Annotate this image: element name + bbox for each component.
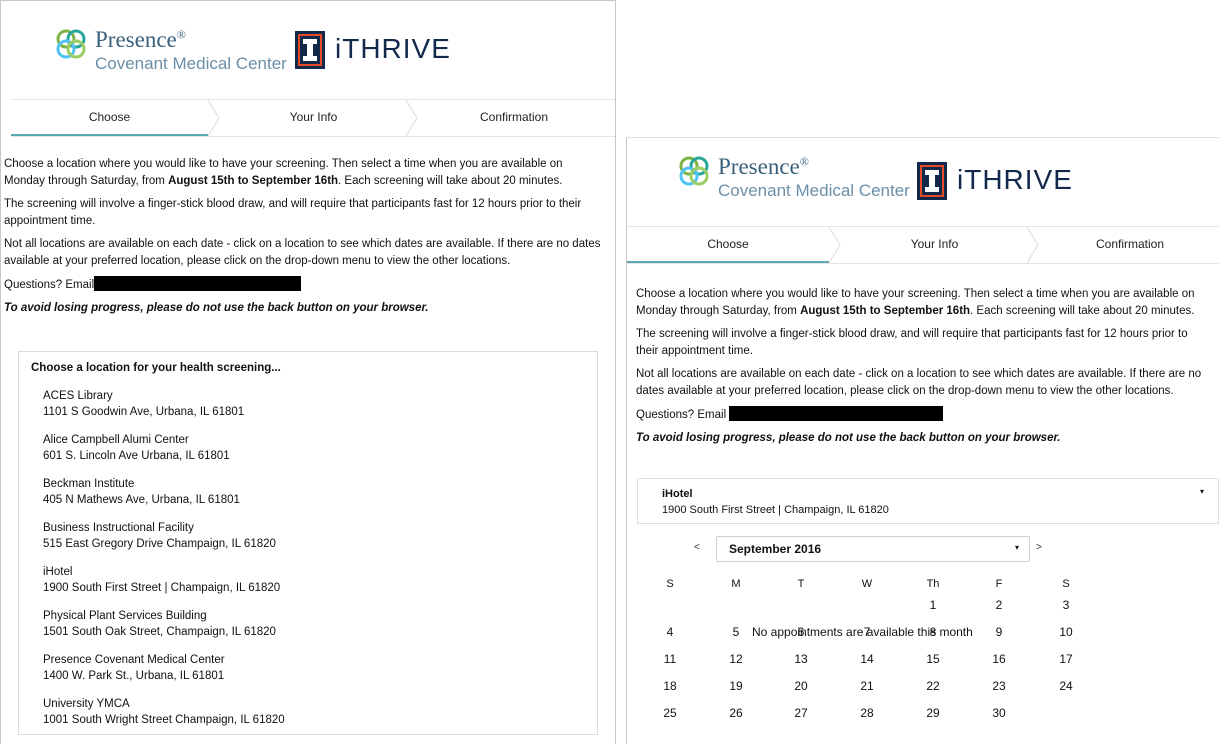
back-button-warning: To avoid losing progress, please do not … <box>636 432 1061 444</box>
step-confirmation[interactable]: Confirmation <box>1040 227 1219 262</box>
calendar-day: 19 <box>729 679 743 693</box>
back-button-warning: To avoid losing progress, please do not … <box>4 302 429 314</box>
selected-location-address: 1900 South First Street | Champaign, IL … <box>662 504 889 516</box>
chevron-down-icon: ▾ <box>1014 543 1019 552</box>
presence-name: Presence® <box>718 154 809 179</box>
step-divider-icon <box>207 100 220 136</box>
location-list: Choose a location for your health screen… <box>18 351 598 735</box>
step-your-info[interactable]: Your Info <box>221 100 406 135</box>
progress-steps: Choose Your Info Confirmation <box>11 99 615 137</box>
location-item[interactable]: Physical Plant Services Building 1501 Sou… <box>43 608 276 640</box>
calendar-day: 25 <box>663 706 677 720</box>
location-item[interactable]: ACES Library 1101 S Goodwin Ave, Urbana, … <box>43 388 244 420</box>
calendar-day: 21 <box>860 679 874 693</box>
calendar-day: 15 <box>926 652 940 666</box>
step-confirmation[interactable]: Confirmation <box>419 100 609 135</box>
header-logos: Presence® Covenant Medical Center iTHRIV… <box>627 138 1219 236</box>
calendar-day: 13 <box>794 652 808 666</box>
presence-subtitle: Covenant Medical Center <box>718 181 910 200</box>
header-logos: Presence® Covenant Medical Center iTHRIV… <box>1 1 615 99</box>
calendar-day: 12 <box>729 652 743 666</box>
location-item[interactable]: Alice Campbell Alumi Center 601 S. Lincol… <box>43 432 230 464</box>
redacted-email <box>94 276 302 291</box>
calendar-day: 23 <box>992 679 1006 693</box>
presence-subtitle: Covenant Medical Center <box>95 54 287 73</box>
calendar-day: 1 <box>929 598 937 612</box>
presence-logo: Presence® Covenant Medical Center <box>53 25 287 77</box>
calendar-day: 17 <box>1059 652 1073 666</box>
calendar-day: 26 <box>729 706 743 720</box>
calendar-day: 9 <box>995 625 1003 639</box>
calendar-day: 27 <box>794 706 808 720</box>
month-select[interactable]: September 2016 ▾ <box>716 536 1030 562</box>
intro-paragraph: Choose a location where you would like t… <box>636 288 1195 317</box>
instructions: Choose a location where you would like t… <box>636 286 1213 453</box>
next-month-button[interactable]: > <box>1036 542 1042 553</box>
chevron-down-icon: ▾ <box>1199 487 1204 496</box>
calendar-day: 30 <box>992 706 1006 720</box>
weekday-label: S <box>1062 578 1070 590</box>
availability-paragraph: Not all locations are available on each … <box>4 238 601 267</box>
calendar-day: 24 <box>1059 679 1073 693</box>
calendar-day: 18 <box>663 679 677 693</box>
step-divider-icon <box>828 227 841 263</box>
calendar-panel: Presence® Covenant Medical Center iTHRIV… <box>626 137 1219 744</box>
intro-paragraph: Choose a location where you would like t… <box>4 158 563 187</box>
illinois-block-i-icon <box>917 162 947 200</box>
redacted-email <box>729 406 944 421</box>
ithrive-wordmark: iTHRIVE <box>335 33 451 64</box>
instructions: Choose a location where you would like t… <box>4 156 601 323</box>
weekday-label: M <box>731 578 741 590</box>
calendar-day: 5 <box>732 625 740 639</box>
location-item[interactable]: Presence Covenant Medical Center 1400 W. … <box>43 652 225 684</box>
calendar-day: 29 <box>926 706 940 720</box>
step-choose[interactable]: Choose <box>11 100 208 136</box>
presence-mark-icon <box>56 29 86 59</box>
no-appointments-message: No appointments are available this month <box>752 625 973 639</box>
location-chooser-panel: Presence® Covenant Medical Center iTHRIV… <box>0 0 616 744</box>
weekday-label: T <box>797 578 805 590</box>
weekday-label: F <box>995 578 1003 590</box>
calendar-day: 28 <box>860 706 874 720</box>
step-divider-icon <box>1026 227 1039 263</box>
weekday-label: W <box>861 578 873 590</box>
location-item[interactable]: iHotel 1900 South First Street | Champaig… <box>43 564 280 596</box>
presence-name: Presence® <box>95 27 186 52</box>
presence-logo: Presence® Covenant Medical Center <box>676 152 910 204</box>
location-item[interactable]: University YMCA 1001 South Wright Street … <box>43 696 285 728</box>
location-list-title: Choose a location for your health screen… <box>31 362 281 374</box>
calendar-day: 2 <box>995 598 1003 612</box>
step-choose[interactable]: Choose <box>627 227 829 263</box>
month-select-value: September 2016 <box>729 542 822 556</box>
prev-month-button[interactable]: < <box>694 542 700 553</box>
weekday-label: Th <box>926 578 940 590</box>
blood-draw-paragraph: The screening will involve a finger-stic… <box>4 198 582 227</box>
questions-line: Questions? Email <box>636 406 1213 424</box>
calendar-day: 14 <box>860 652 874 666</box>
calendar-day: 22 <box>926 679 940 693</box>
weekday-label: S <box>666 578 674 590</box>
location-item[interactable]: Beckman Institute 405 N Mathews Ave, Urba… <box>43 476 240 508</box>
calendar-day: 20 <box>794 679 808 693</box>
availability-paragraph: Not all locations are available on each … <box>636 368 1202 397</box>
step-divider-icon <box>405 100 418 136</box>
calendar-day: 16 <box>992 652 1006 666</box>
presence-mark-icon <box>679 156 709 186</box>
progress-steps: Choose Your Info Confirmation <box>627 226 1219 264</box>
location-item[interactable]: Business Instructional Facility 515 East … <box>43 520 276 552</box>
questions-line: Questions? Email <box>4 276 601 294</box>
blood-draw-paragraph: The screening will involve a finger-stic… <box>636 328 1188 357</box>
calendar-day: 4 <box>666 625 674 639</box>
step-your-info[interactable]: Your Info <box>842 227 1027 262</box>
calendar-day: 3 <box>1062 598 1070 612</box>
ithrive-wordmark: iTHRIVE <box>957 164 1073 195</box>
illinois-block-i-icon <box>295 31 325 69</box>
calendar-day: 10 <box>1059 625 1073 639</box>
location-dropdown[interactable]: iHotel 1900 South First Street | Champai… <box>637 478 1219 524</box>
calendar-day: 11 <box>663 652 677 666</box>
selected-location-name: iHotel <box>662 488 693 500</box>
